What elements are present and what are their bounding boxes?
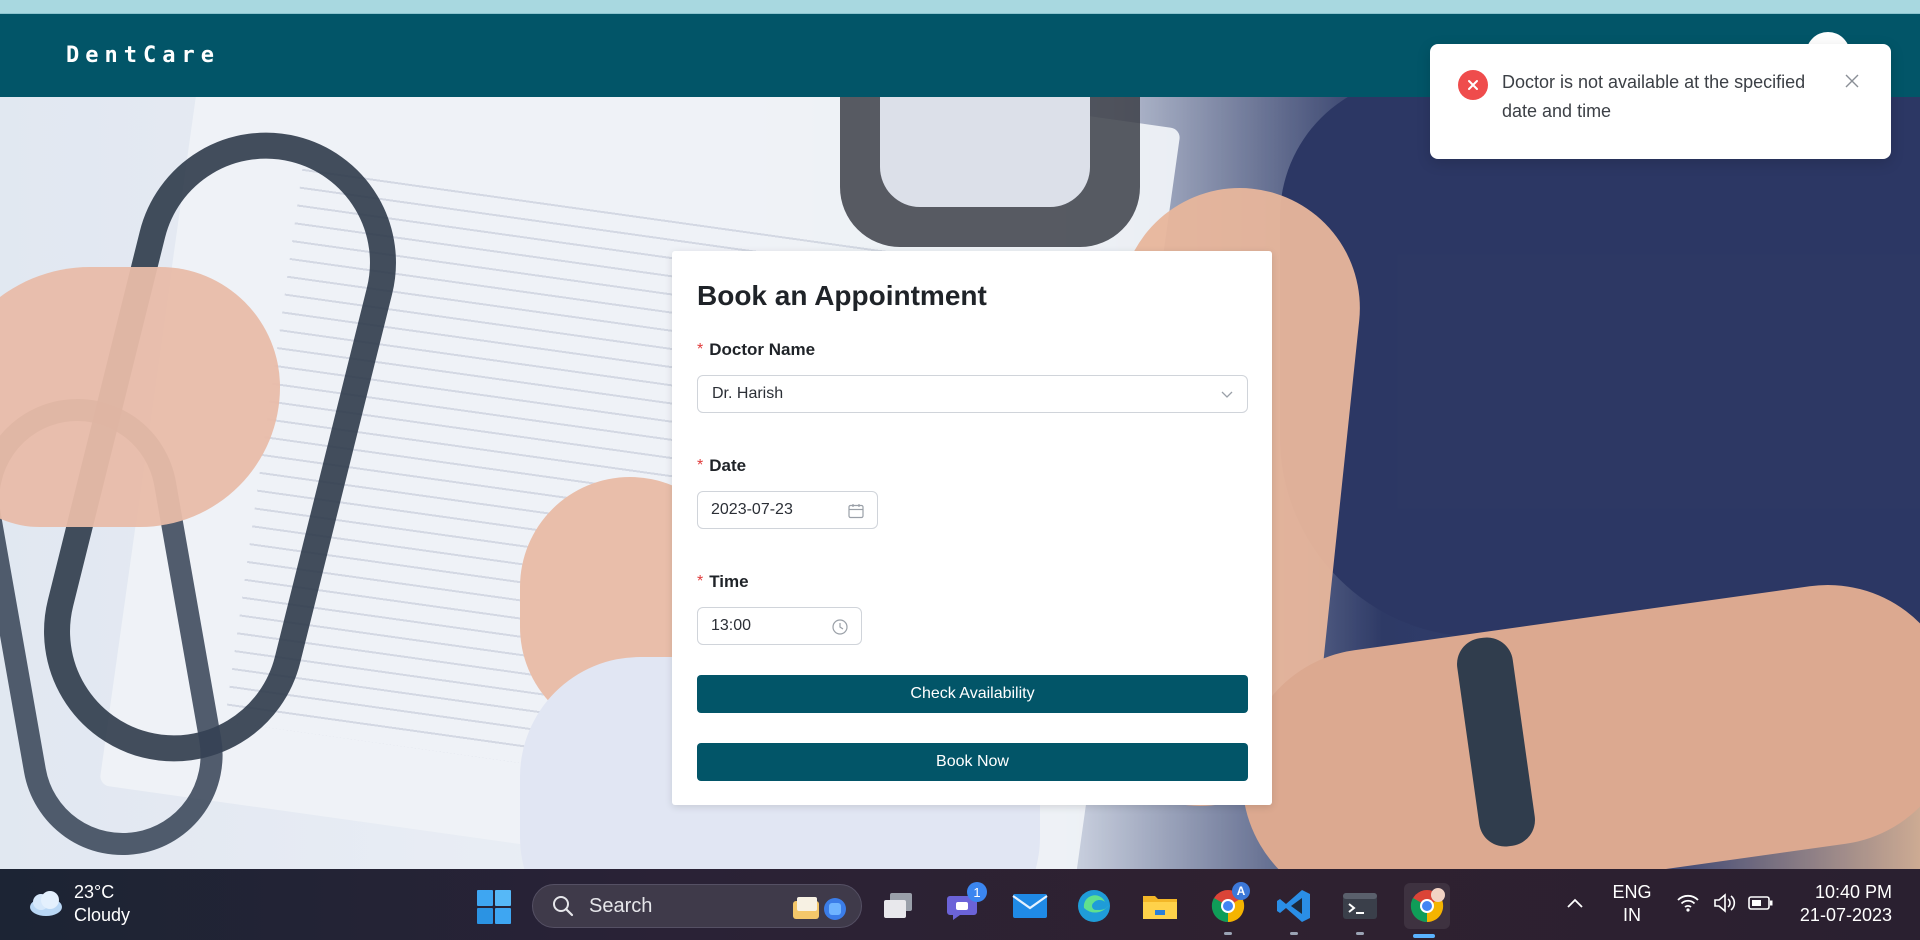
wifi-icon[interactable] xyxy=(1676,893,1700,913)
teams-chat-icon[interactable]: 1 xyxy=(943,882,987,926)
windows-start-icon[interactable] xyxy=(476,889,512,925)
taskbar-search-box[interactable]: Search xyxy=(532,884,862,928)
search-highlight-icon xyxy=(793,897,846,920)
check-availability-button[interactable]: Check Availability xyxy=(697,675,1248,713)
language-indicator[interactable]: ENG IN xyxy=(1612,881,1652,927)
time-picker-input[interactable]: 13:00 xyxy=(697,607,862,645)
terminal-icon[interactable] xyxy=(1340,886,1380,935)
chrome-profile-window-icon[interactable] xyxy=(1404,883,1450,938)
weather-widget[interactable]: 23°C Cloudy xyxy=(26,881,130,927)
vscode-icon[interactable] xyxy=(1274,886,1314,935)
mail-icon[interactable] xyxy=(1010,886,1050,926)
error-icon xyxy=(1458,70,1488,100)
appointment-form-card: Book an Appointment * Doctor Name Dr. Ha… xyxy=(672,251,1272,805)
brand-logo[interactable]: DentCare xyxy=(66,43,220,68)
doctor-name-label: * Doctor Name xyxy=(697,339,1247,361)
edge-browser-icon[interactable] xyxy=(1074,886,1114,926)
time-label-text: Time xyxy=(709,572,749,591)
required-marker: * xyxy=(697,573,704,590)
file-explorer-icon[interactable] xyxy=(1140,886,1180,926)
cloud-icon xyxy=(30,891,62,916)
battery-icon[interactable] xyxy=(1748,895,1774,911)
language-line1: ENG xyxy=(1612,882,1652,902)
doctor-name-label-text: Doctor Name xyxy=(709,340,816,359)
chrome-profile-badge: A xyxy=(1232,882,1250,900)
date-label: * Date xyxy=(697,455,1247,477)
error-notification-toast: Doctor is not available at the specified… xyxy=(1430,44,1891,159)
date-value: 2023-07-23 xyxy=(711,501,793,518)
weather-temp: 23°C xyxy=(74,882,115,902)
taskbar-clock[interactable]: 10:40 PM 21-07-2023 xyxy=(1800,881,1892,927)
browser-top-strip xyxy=(0,0,1920,14)
language-line2: IN xyxy=(1623,905,1641,925)
doctor-name-value: Dr. Harish xyxy=(712,385,784,402)
book-now-button[interactable]: Book Now xyxy=(697,743,1248,781)
close-icon[interactable] xyxy=(1843,72,1861,90)
volume-icon[interactable] xyxy=(1712,892,1738,914)
search-placeholder: Search xyxy=(589,894,653,917)
teams-badge: 1 xyxy=(967,882,987,902)
chevron-up-icon[interactable] xyxy=(1566,896,1584,910)
clock-time: 10:40 PM xyxy=(1814,882,1892,902)
clock-icon xyxy=(832,619,848,635)
search-icon xyxy=(553,896,574,917)
required-marker: * xyxy=(697,457,704,474)
chrome-icon[interactable]: A xyxy=(1208,882,1250,935)
form-title: Book an Appointment xyxy=(697,280,987,311)
date-label-text: Date xyxy=(709,456,747,475)
required-marker: * xyxy=(697,341,704,358)
weather-condition: Cloudy xyxy=(74,905,131,925)
time-value: 13:00 xyxy=(711,617,752,634)
clock-date: 21-07-2023 xyxy=(1799,905,1892,925)
chevron-down-icon xyxy=(1221,391,1233,398)
task-view-icon[interactable] xyxy=(878,886,918,926)
calendar-icon xyxy=(848,504,864,519)
doctor-name-select[interactable]: Dr. Harish xyxy=(697,375,1248,413)
date-picker-input[interactable]: 2023-07-23 xyxy=(697,491,878,529)
windows-taskbar: 23°C Cloudy Search 1 A ENG IN 10:40 PM 2… xyxy=(0,869,1920,940)
toast-message: Doctor is not available at the specified… xyxy=(1502,72,1806,121)
time-label: * Time xyxy=(697,571,1247,593)
